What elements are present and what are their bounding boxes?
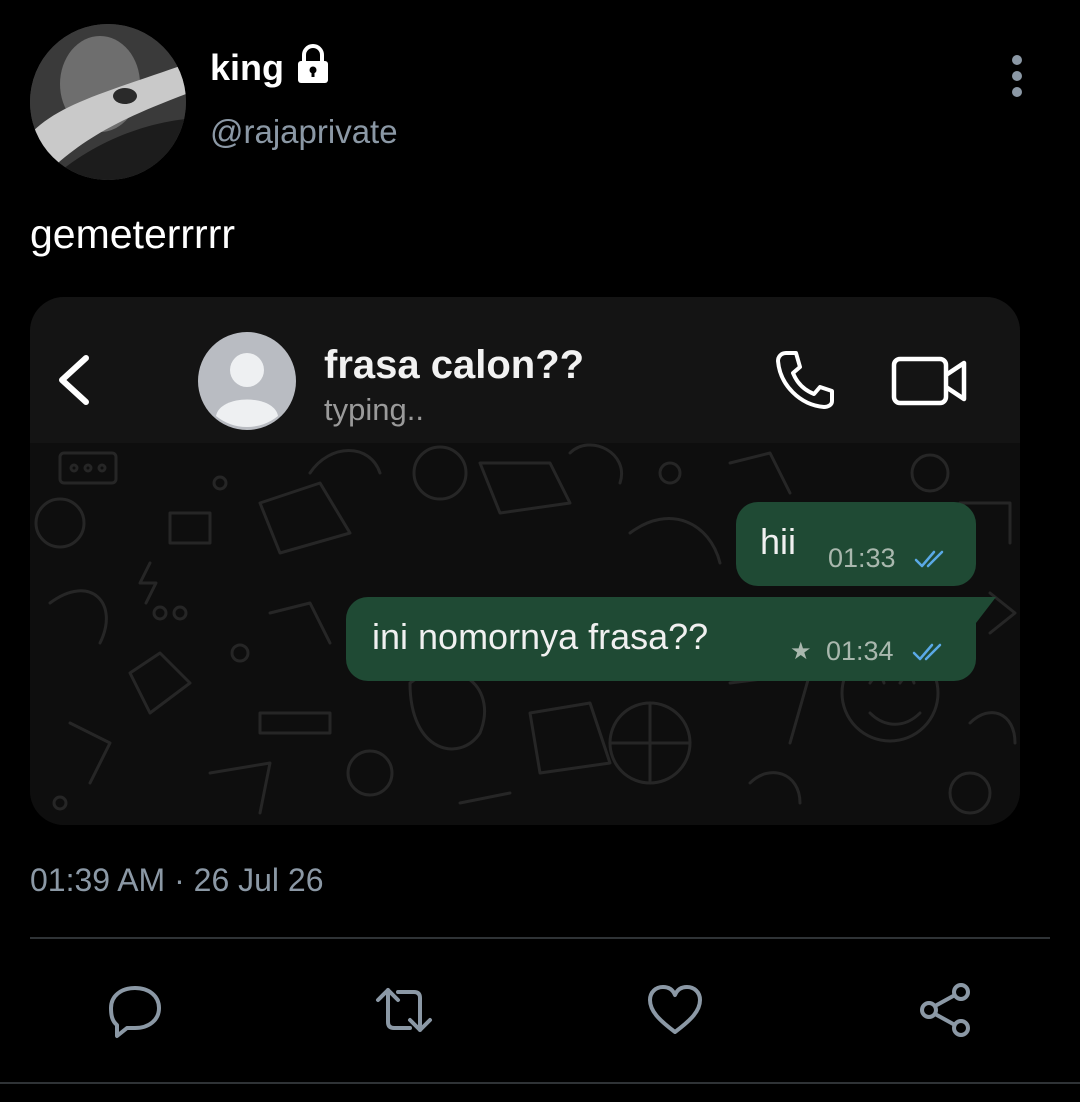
reply-icon [109, 986, 161, 1038]
video-call-icon [891, 356, 967, 406]
starred-icon: ★ [790, 638, 812, 665]
reply-button[interactable] [105, 980, 165, 1040]
author-handle[interactable]: @rajaprivate [210, 110, 398, 154]
lock-icon [298, 44, 328, 83]
message-text: hii [760, 521, 797, 562]
double-check-icon [912, 643, 942, 661]
share-button[interactable] [915, 980, 975, 1040]
share-icon [920, 983, 970, 1037]
tweet-timestamp[interactable]: 01:39 AM · 26 Jul 26 [30, 858, 324, 902]
retweet-icon [376, 988, 432, 1032]
contact-name: frasa calon?? [324, 343, 585, 387]
like-button[interactable] [645, 980, 705, 1040]
message-time: 01:34 [826, 636, 894, 666]
more-vertical-icon[interactable] [1000, 52, 1034, 100]
divider [30, 937, 1050, 939]
message-bubble[interactable]: hii 01:33 [736, 502, 976, 586]
contact-avatar-icon [198, 332, 296, 430]
avatar-photo [30, 24, 186, 180]
message-text: ini nomornya frasa?? [372, 616, 709, 657]
bubble-tail [970, 597, 996, 625]
contact-status: typing.. [324, 392, 424, 427]
phone-call-icon [776, 351, 834, 409]
back-arrow-icon [59, 355, 89, 405]
chat-header: frasa calon?? typing.. [30, 297, 1020, 443]
chat-area: hii 01:33 ini nomornya frasa?? ★ 01:34 [30, 443, 1020, 825]
author-avatar[interactable] [30, 24, 186, 180]
message-time: 01:33 [828, 543, 896, 573]
tweet-media-image[interactable]: frasa calon?? typing.. hii 01:33 ini nom… [30, 297, 1020, 825]
double-check-icon [914, 550, 944, 568]
heart-icon [648, 985, 702, 1034]
tweet-text: gemeterrrrr [30, 211, 236, 257]
divider [0, 1082, 1080, 1084]
author-name[interactable]: king [210, 46, 284, 90]
retweet-button[interactable] [374, 980, 434, 1040]
message-bubble[interactable]: ini nomornya frasa?? ★ 01:34 [346, 597, 976, 681]
